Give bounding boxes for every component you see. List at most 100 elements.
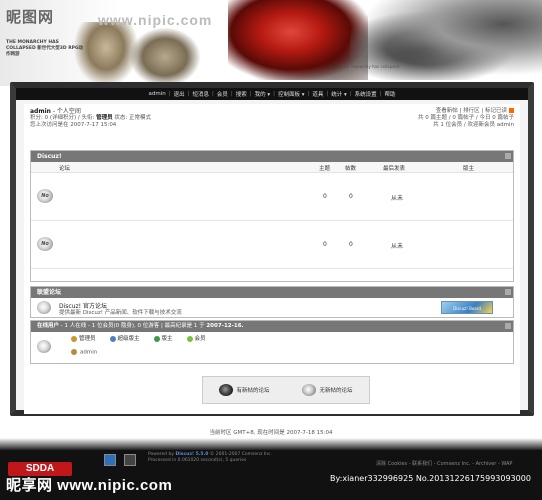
top-navigation: admin | 退出 | 短消息 | 会员 | 搜索 | 我的 ▾ | 控制面板 ▾ | 道具…	[16, 88, 528, 100]
new-posts-icon	[219, 384, 234, 396]
online-header: 在线用户 - 1 人在线 - 1 位会员(0 隐身), 0 位游客 | 最高纪录…	[31, 321, 513, 332]
no-new-posts-icon	[302, 384, 317, 396]
credits-detail-link[interactable]: 详细积分	[52, 115, 74, 121]
column-headers: 论坛 主题 帖数 最后发表 版主	[31, 162, 513, 173]
post-stats: 共 0 篇主题 / 0 篇帖子 / 今日 0 篇帖子	[418, 115, 514, 121]
last-visit: 您上次访问是在 2007-7-17 15:04	[30, 122, 117, 128]
forum-category: Discuz! 论坛 主题 帖数 最后发表 版主 No 0 0 从未 No 0 …	[30, 150, 514, 282]
col-posts: 帖数	[345, 166, 357, 172]
server-time: 当前时区 GMT+8, 现在时间是 2007-7-18 15:04	[209, 430, 333, 436]
col-moderators: 版主	[463, 166, 475, 172]
nav-logout[interactable]: 退出	[174, 90, 185, 98]
powered-by-label: Powered by	[148, 452, 175, 457]
category-header[interactable]: Discuz!	[31, 151, 513, 162]
promo-text: The monarchy has collapsed	[342, 64, 400, 69]
topic-count: 0	[323, 241, 327, 248]
online-row: 管理员 超级版主 版主 会员 admin	[31, 332, 513, 364]
footer-links[interactable]: 清除 Cookies - 联系我们 - Comsenz Inc. - Archi…	[376, 460, 512, 467]
board-stats: 查看新帖 | 排行区 | 标记已读 共 0 篇主题 / 0 篇帖子 / 今日 0…	[418, 108, 514, 129]
copyright: © 2001-2007 Comsenz Inc.	[209, 452, 272, 457]
header-banner: 昵图网 www.nipic.com THE MONARCHY HAS COLLA…	[0, 0, 542, 86]
product-link[interactable]: Discuz! 5.5.0	[176, 452, 209, 457]
nav-search[interactable]: 搜索	[236, 90, 247, 98]
last-post: 从未	[391, 195, 404, 202]
legend-admin-label: 管理员	[79, 336, 96, 342]
forum-row[interactable]: No 0 0 从未	[31, 173, 513, 221]
linked-forums: 联盟论坛 Discuz! 官方论坛 提供最新 Discuz! 产品新闻、软件下载…	[30, 286, 514, 318]
category-title[interactable]: Discuz!	[37, 153, 62, 160]
nav-stats[interactable]: 统计 ▾	[331, 90, 347, 98]
online-record-date: 2007-12-16.	[206, 323, 244, 329]
online-user[interactable]: admin	[71, 349, 97, 356]
nav-user[interactable]: admin	[149, 91, 166, 97]
watermark: 昵享网 www.nipic.com	[6, 477, 173, 494]
member-icon	[186, 335, 193, 342]
online-title: 在线用户	[37, 323, 60, 329]
forum-row[interactable]: No 0 0 从未	[31, 221, 513, 269]
post-count: 0	[349, 193, 353, 200]
user-group-legend: 管理员 超级版主 版主 会员	[71, 334, 206, 342]
legend-member-label: 会员	[194, 336, 206, 342]
processed-time: Processed in 0.061020 second(s), 5 queri…	[148, 458, 247, 463]
user-icon	[71, 349, 77, 355]
online-users: 在线用户 - 1 人在线 - 1 位会员(0 隐身), 0 位游客 | 最高纪录…	[30, 320, 514, 364]
legend-super-mod: 超级版主	[109, 334, 140, 342]
watermark-id: By:xianer332996925 No.201312261759930930…	[330, 474, 531, 483]
nav-messages[interactable]: 短消息	[192, 90, 209, 98]
legend-new: 有新帖的论坛	[219, 384, 270, 396]
warrior-illustration-2	[130, 28, 200, 86]
site-url: www.nipic.com	[98, 12, 213, 28]
legend-none-label: 无新帖的论坛	[319, 388, 353, 394]
legend-new-label: 有新帖的论坛	[236, 388, 270, 394]
personal-space-link[interactable]: 个人空间	[57, 108, 81, 115]
forum-icon	[37, 301, 51, 314]
nav-my[interactable]: 我的 ▾	[255, 90, 271, 98]
rss-icon[interactable]	[509, 108, 514, 113]
collapse-icon[interactable]	[505, 323, 511, 329]
ink-divider	[0, 438, 542, 450]
super-mod-icon	[109, 335, 116, 342]
legend-none: 无新帖的论坛	[302, 384, 353, 396]
nav-tools[interactable]: 道具	[312, 90, 323, 98]
site-logo[interactable]: 昵图网	[6, 6, 82, 26]
nav-members[interactable]: 会员	[217, 90, 228, 98]
admin-icon	[71, 335, 77, 342]
xhtml-icon[interactable]	[104, 454, 116, 466]
title-value: 管理员	[96, 115, 113, 121]
tagline: THE MONARCHY HAS COLLAPSED 新世代大型3D RPG动作…	[6, 40, 84, 57]
col-topics: 主题	[319, 166, 331, 172]
collapse-icon[interactable]	[505, 153, 511, 159]
powered-by: Powered by Discuz! 5.5.0 © 2001-2007 Com…	[148, 452, 272, 464]
col-last-post: 最后发表	[383, 166, 406, 172]
linked-forums-header: 联盟论坛	[31, 287, 513, 298]
legend-super-mod-label: 超级版主	[117, 336, 140, 342]
mod-icon	[153, 335, 160, 342]
col-forum: 论坛	[59, 166, 71, 172]
footer: SDDA Powered by Discuz! 5.5.0 © 2001-200…	[0, 438, 542, 500]
topic-count: 0	[323, 193, 327, 200]
legend-admin: 管理员	[71, 334, 96, 342]
online-user-name[interactable]: admin	[80, 350, 97, 356]
online-summary: - 1 人在线 - 1 位会员(0 隐身), 0 位游客 | 最高纪录是 1 于	[60, 323, 205, 329]
nav-control-panel[interactable]: 控制面板 ▾	[278, 90, 305, 98]
quick-links[interactable]: 查看新帖 | 排行区 | 标记已读	[436, 108, 507, 114]
css-icon[interactable]	[124, 454, 136, 466]
nav-help[interactable]: 帮助	[384, 90, 395, 98]
no-new-posts-icon: No	[37, 237, 53, 251]
nav-settings[interactable]: 系统设置	[355, 90, 377, 98]
title-label: 头衔:	[81, 115, 95, 121]
main-content: admin - 个人空间 积分: 0 (详细积分) / 头衔: 管理员 状态: …	[24, 104, 520, 414]
legend-mod: 版主	[153, 334, 173, 342]
linked-forum-desc: 提供最新 Discuz! 产品新闻、软件下载与技术交流	[59, 310, 182, 316]
user-info: admin - 个人空间 积分: 0 (详细积分) / 头衔: 管理员 状态: …	[30, 108, 280, 129]
status-label: 状态: 正常模式	[114, 115, 152, 121]
forum-icon-legend: 有新帖的论坛 无新帖的论坛	[202, 376, 370, 404]
discuz-badge[interactable]: Discuz! Board	[441, 301, 493, 314]
username-link[interactable]: admin	[30, 108, 51, 115]
collapse-icon[interactable]	[505, 289, 511, 295]
linked-forums-title: 联盟论坛	[37, 289, 62, 296]
credits-label: 积分: 0	[30, 115, 49, 121]
post-count: 0	[349, 241, 353, 248]
legend-member: 会员	[186, 334, 206, 342]
member-stats: 共 1 位会员 / 欢迎新会员 admin	[433, 122, 514, 128]
